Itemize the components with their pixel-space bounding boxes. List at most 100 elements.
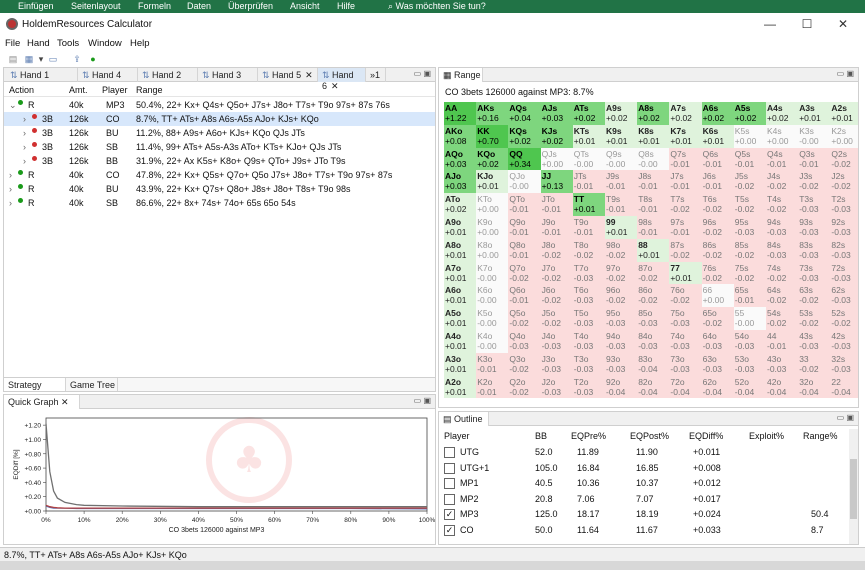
range-cell[interactable]: 52s -0.02 xyxy=(830,307,858,330)
range-cell[interactable]: 62o -0.04 xyxy=(701,375,735,399)
tab-hand-0[interactable]: ⇅ Hand 1 xyxy=(6,68,78,82)
range-cell[interactable]: T7o -0.03 xyxy=(572,261,606,285)
table-row[interactable]: › 3B 126k BB 31.9%, 22+ Ax K5s+ K8o+ Q9s+ QT… xyxy=(4,154,435,168)
range-cell[interactable]: J5s -0.02 xyxy=(733,170,767,194)
range-cell[interactable]: J2s -0.02 xyxy=(830,170,858,194)
range-cell[interactable]: J3o -0.03 xyxy=(540,352,574,376)
close-button[interactable]: ✕ xyxy=(833,17,853,31)
range-cell[interactable]: QTo -0.01 xyxy=(508,193,542,216)
range-cell[interactable]: 63s -0.02 xyxy=(798,284,832,308)
range-cell[interactable]: 92s -0.03 xyxy=(830,216,858,239)
range-cell[interactable]: 83o -0.04 xyxy=(637,352,671,376)
range-cell[interactable]: Q5s -0.01 xyxy=(733,147,767,171)
range-cell[interactable]: K5s +0.00 xyxy=(733,124,767,148)
expand-icon[interactable]: › xyxy=(9,184,12,194)
range-cell[interactable]: 63o -0.03 xyxy=(701,352,735,376)
range-cell[interactable]: KQo +0.02 xyxy=(476,147,510,171)
range-cell[interactable]: 93o -0.03 xyxy=(605,352,638,376)
range-cell[interactable]: T9s -0.01 xyxy=(605,193,638,216)
range-cell[interactable]: 53s -0.02 xyxy=(798,307,832,330)
range-cell[interactable]: Q4s -0.01 xyxy=(766,147,799,171)
range-cell[interactable]: Q4o -0.03 xyxy=(508,330,542,353)
range-cell[interactable]: 42s -0.03 xyxy=(830,330,858,353)
range-cell[interactable]: J8o -0.02 xyxy=(540,238,574,262)
range-cell[interactable]: 97s -0.01 xyxy=(669,216,703,239)
outline-row[interactable]: UTG+1 105.0 16.84 16.85 +0.008 xyxy=(439,461,858,476)
tab-outline[interactable]: ▤ Outline xyxy=(439,412,489,426)
range-cell[interactable]: 65s -0.01 xyxy=(733,284,767,308)
expand-icon[interactable]: › xyxy=(9,170,12,180)
range-cell[interactable]: 77 +0.01 xyxy=(669,261,703,285)
range-cell[interactable]: A3s +0.01 xyxy=(798,102,832,125)
range-cell[interactable]: Q2o -0.02 xyxy=(508,375,542,399)
range-cell[interactable]: 73o -0.03 xyxy=(669,352,703,376)
range-cell[interactable]: 76s -0.02 xyxy=(701,261,735,285)
range-cell[interactable]: A2o +0.01 xyxy=(444,375,477,399)
table-row[interactable]: ⌄ R 40k MP3 50.4%, 22+ Kx+ Q4s+ Q5o+ J7s+ J8… xyxy=(4,98,435,112)
range-cell[interactable]: ATs +0.02 xyxy=(572,102,606,125)
range-cell[interactable]: 87o -0.02 xyxy=(637,261,671,285)
close-tab-icon[interactable]: ✕ xyxy=(61,397,69,407)
player-checkbox[interactable]: ✓ xyxy=(444,524,455,536)
range-cell[interactable]: 75o -0.03 xyxy=(669,307,703,330)
expand-icon[interactable]: › xyxy=(23,142,26,152)
range-cell[interactable]: 54o -0.03 xyxy=(733,330,767,353)
outline-row[interactable]: ✓ CO 50.0 11.64 11.67 +0.033 8.7 xyxy=(439,523,858,538)
range-cell[interactable]: AQs +0.04 xyxy=(508,102,542,125)
expand-icon[interactable]: › xyxy=(23,114,26,124)
ribbon-tab-6[interactable]: Hilfe xyxy=(337,1,355,11)
range-cell[interactable]: 97o -0.02 xyxy=(605,261,638,285)
tab-strategy-table[interactable]: Strategy Table xyxy=(4,378,66,391)
range-cell[interactable]: A7s +0.02 xyxy=(669,102,703,125)
range-cell[interactable]: A8o +0.01 xyxy=(444,238,477,262)
minimize-button[interactable]: — xyxy=(760,17,780,31)
range-cell[interactable]: Q6o -0.01 xyxy=(508,284,542,308)
range-cell[interactable]: 62s -0.03 xyxy=(830,284,858,308)
outline-panel-min-max-buttons[interactable]: ▭ ▣ xyxy=(837,413,854,422)
table-row[interactable]: › 3B 126k BU 11.2%, 88+ A9s+ A6o+ KJs+ KQo Q… xyxy=(4,126,435,140)
player-checkbox[interactable]: ✓ xyxy=(444,509,455,520)
range-cell[interactable]: 65o -0.02 xyxy=(701,307,735,330)
range-cell[interactable]: 76o -0.02 xyxy=(669,284,703,308)
range-cell[interactable]: 82o -0.04 xyxy=(637,375,671,399)
range-cell[interactable]: J4s -0.02 xyxy=(766,170,799,194)
range-cell[interactable]: 98s -0.01 xyxy=(637,216,671,239)
range-cell[interactable]: K4s +0.00 xyxy=(766,124,799,148)
ribbon-tab-0[interactable]: Einfügen xyxy=(18,1,54,11)
range-cell[interactable]: Q3o -0.02 xyxy=(508,352,542,376)
range-cell[interactable]: 64o -0.03 xyxy=(701,330,735,353)
range-cell[interactable]: JTo -0.01 xyxy=(540,193,574,216)
menu-file[interactable]: File xyxy=(5,38,20,49)
collapse-icon[interactable]: ⌄ xyxy=(9,100,17,111)
range-cell[interactable]: A9o +0.01 xyxy=(444,216,477,239)
menu-help[interactable]: Help xyxy=(130,38,150,49)
range-cell[interactable]: T7s -0.02 xyxy=(669,193,703,216)
menu-hand[interactable]: Hand xyxy=(27,38,50,49)
range-cell[interactable]: 85s -0.02 xyxy=(733,238,767,262)
range-cell[interactable]: JJ +0.13 xyxy=(540,170,574,194)
range-cell[interactable]: A3o +0.01 xyxy=(444,352,477,376)
close-tab-icon[interactable]: ✕ xyxy=(305,70,313,80)
range-cell[interactable]: T9o -0.01 xyxy=(572,216,606,239)
tab-range[interactable]: ▦ Range xyxy=(439,68,483,82)
range-cell[interactable]: 43s -0.03 xyxy=(798,330,832,353)
range-cell[interactable]: QQ +0.34 xyxy=(508,147,542,171)
range-cell[interactable]: K6o -0.00 xyxy=(476,284,510,308)
range-cell[interactable]: A4s +0.02 xyxy=(766,102,799,125)
range-cell[interactable]: T4o -0.03 xyxy=(572,330,606,353)
range-cell[interactable]: 85o -0.03 xyxy=(637,307,671,330)
range-cell[interactable]: K7o -0.00 xyxy=(476,261,510,285)
range-cell[interactable]: AKo +0.08 xyxy=(444,124,477,148)
range-cell[interactable]: 32s -0.03 xyxy=(830,352,858,376)
ribbon-tab-5[interactable]: Ansicht xyxy=(290,1,320,11)
range-cell[interactable]: K9o +0.00 xyxy=(476,216,510,239)
range-cell[interactable]: KK +0.70 xyxy=(476,124,510,148)
save-icon[interactable]: ▤ xyxy=(8,54,18,64)
range-cell[interactable]: Q2s -0.02 xyxy=(830,147,858,171)
range-cell[interactable]: AJo +0.03 xyxy=(444,170,477,194)
outline-scrollbar[interactable] xyxy=(849,429,858,544)
expand-icon[interactable]: › xyxy=(23,156,26,166)
tab-quick-graph[interactable]: Quick Graph ✕ xyxy=(4,395,80,409)
range-cell[interactable]: A2s +0.01 xyxy=(830,102,858,125)
table-row[interactable]: › 3B 126k SB 11.4%, 99+ ATs+ A5s-A3s ATo+ KT… xyxy=(4,140,435,154)
